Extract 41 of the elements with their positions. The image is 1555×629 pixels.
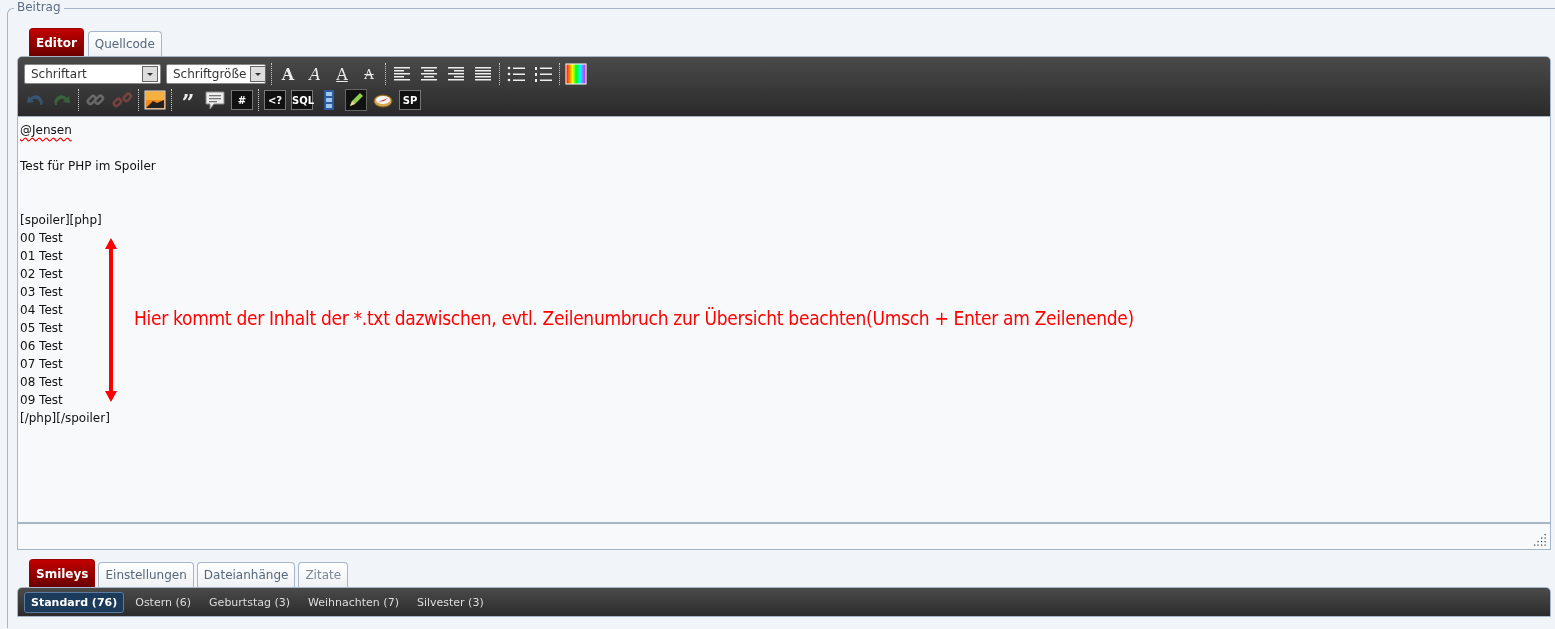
category-tab[interactable]: Weihnachten (7) bbox=[301, 591, 406, 613]
panel-tab[interactable]: Dateianhänge bbox=[196, 562, 296, 587]
text-line: [spoiler][php] bbox=[20, 213, 102, 227]
panel-tab[interactable]: Smileys bbox=[29, 559, 96, 587]
text-line: 08 Test bbox=[20, 375, 63, 389]
text-line: 02 Test bbox=[20, 267, 63, 281]
text-line: 01 Test bbox=[20, 249, 63, 263]
category-tab[interactable]: Ostern (6) bbox=[128, 591, 199, 613]
font-select[interactable]: Schriftgröße bbox=[166, 64, 266, 84]
code-button[interactable]: SQL bbox=[291, 90, 313, 110]
text-line: 05 Test bbox=[20, 321, 63, 335]
strikethrough-button[interactable]: A bbox=[358, 63, 380, 85]
text-line: 07 Test bbox=[20, 357, 63, 371]
code-button[interactable]: <? bbox=[264, 90, 286, 110]
font-select[interactable]: Schriftart bbox=[24, 64, 161, 84]
pencil-icon[interactable] bbox=[345, 89, 367, 111]
section-legend: Beitrag bbox=[14, 0, 64, 14]
code-button[interactable]: SP bbox=[399, 90, 421, 110]
color-picker-icon[interactable] bbox=[565, 63, 587, 85]
text-line: 06 Test bbox=[20, 339, 63, 353]
text-line: 09 Test bbox=[20, 393, 63, 407]
image-icon[interactable] bbox=[144, 89, 166, 111]
text-line: @Jensen bbox=[20, 123, 72, 137]
category-tab[interactable]: Geburtstag (3) bbox=[202, 591, 298, 613]
speech-bubble-icon[interactable] bbox=[204, 89, 226, 111]
text-line: 03 Test bbox=[20, 285, 63, 299]
code-button[interactable]: # bbox=[231, 90, 253, 110]
editor-tab[interactable]: Editor bbox=[29, 28, 84, 56]
annotation-text: Hier kommt der Inhalt der *.txt dazwischen, evtl. Zeilenumbruch zur Übersicht beachten(Umsch + Enter am Zeilenende) bbox=[134, 307, 1134, 329]
underline-button[interactable]: A bbox=[331, 63, 353, 85]
italic-button[interactable]: A bbox=[304, 63, 326, 85]
text-line: [/php][/spoiler] bbox=[20, 411, 110, 425]
text-line: 00 Test bbox=[20, 231, 63, 245]
category-tab[interactable]: Silvester (3) bbox=[409, 591, 491, 613]
editor-tab[interactable]: Quellcode bbox=[87, 31, 162, 56]
text-line: 04 Test bbox=[20, 303, 63, 317]
quote-button[interactable]: ” bbox=[177, 89, 199, 111]
category-tab[interactable]: Standard (76) bbox=[24, 591, 125, 613]
bold-button[interactable]: A bbox=[277, 63, 299, 85]
panel-tab[interactable]: Einstellungen bbox=[98, 562, 194, 587]
text-line: Test für PHP im Spoiler bbox=[20, 159, 156, 173]
